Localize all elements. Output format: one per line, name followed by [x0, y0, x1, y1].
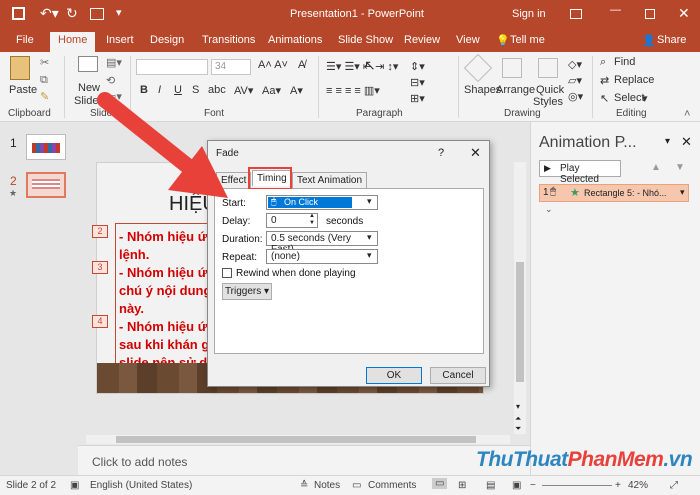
watermark-part2: PhanMem — [567, 448, 664, 471]
annotation-arrow — [97, 92, 228, 198]
watermark-logo: ThuThuatPhanMem.vn — [476, 448, 693, 472]
watermark-part3: .vn — [663, 448, 693, 471]
watermark-part1: ThuThuat — [476, 448, 568, 471]
